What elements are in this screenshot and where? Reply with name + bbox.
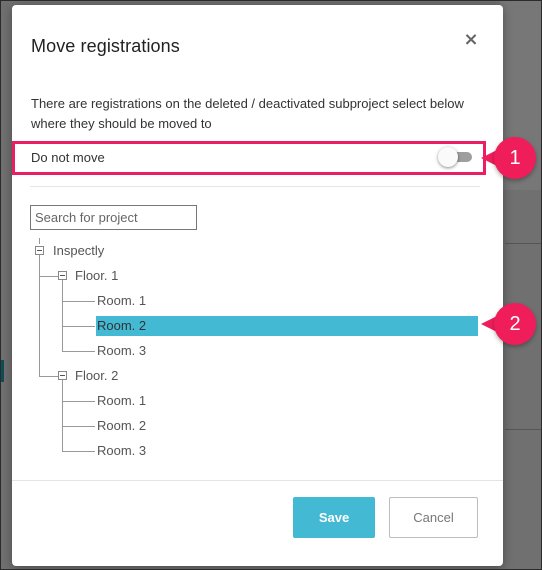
footer-divider <box>12 480 503 481</box>
tree-connector <box>62 301 95 302</box>
tree-connector <box>62 401 95 402</box>
move-registrations-dialog: Move registrations × There are registrat… <box>12 5 503 566</box>
tree-connector <box>62 351 95 352</box>
cancel-button[interactable]: Cancel <box>389 497 478 538</box>
tree-node-room[interactable]: Room. 1 <box>97 391 146 411</box>
tree-node-room-selected[interactable]: Room. 2 <box>96 316 478 336</box>
tree-connector <box>39 376 58 377</box>
tree-connector <box>62 380 63 451</box>
tree-node-floor[interactable]: Floor. 1 <box>75 266 118 286</box>
tree-connector <box>62 426 95 427</box>
tree-connector <box>39 238 40 244</box>
tree-node-root[interactable]: Inspectly <box>53 241 104 261</box>
tree-connector <box>62 326 95 327</box>
tree-node-room[interactable]: Room. 3 <box>97 341 146 361</box>
tree-connector <box>39 255 40 376</box>
callout-badge-2: 2 <box>494 303 536 345</box>
collapse-icon[interactable] <box>58 271 67 280</box>
tree-connector <box>62 280 63 351</box>
background-divider <box>505 243 542 244</box>
tree-connector <box>62 451 95 452</box>
collapse-icon[interactable] <box>58 371 67 380</box>
project-tree: Inspectly Floor. 1 Room. 1 Room. 2 Room.… <box>12 5 503 566</box>
tree-node-room[interactable]: Room. 3 <box>97 441 146 461</box>
callout-badge-1: 1 <box>494 137 536 179</box>
background-marker <box>0 360 4 382</box>
save-button[interactable]: Save <box>293 497 375 538</box>
tree-node-room[interactable]: Room. 2 <box>97 416 146 436</box>
tree-connector <box>39 276 58 277</box>
collapse-icon[interactable] <box>35 246 44 255</box>
background-divider <box>505 429 542 430</box>
tree-node-floor[interactable]: Floor. 2 <box>75 366 118 386</box>
tree-node-room[interactable]: Room. 1 <box>97 291 146 311</box>
